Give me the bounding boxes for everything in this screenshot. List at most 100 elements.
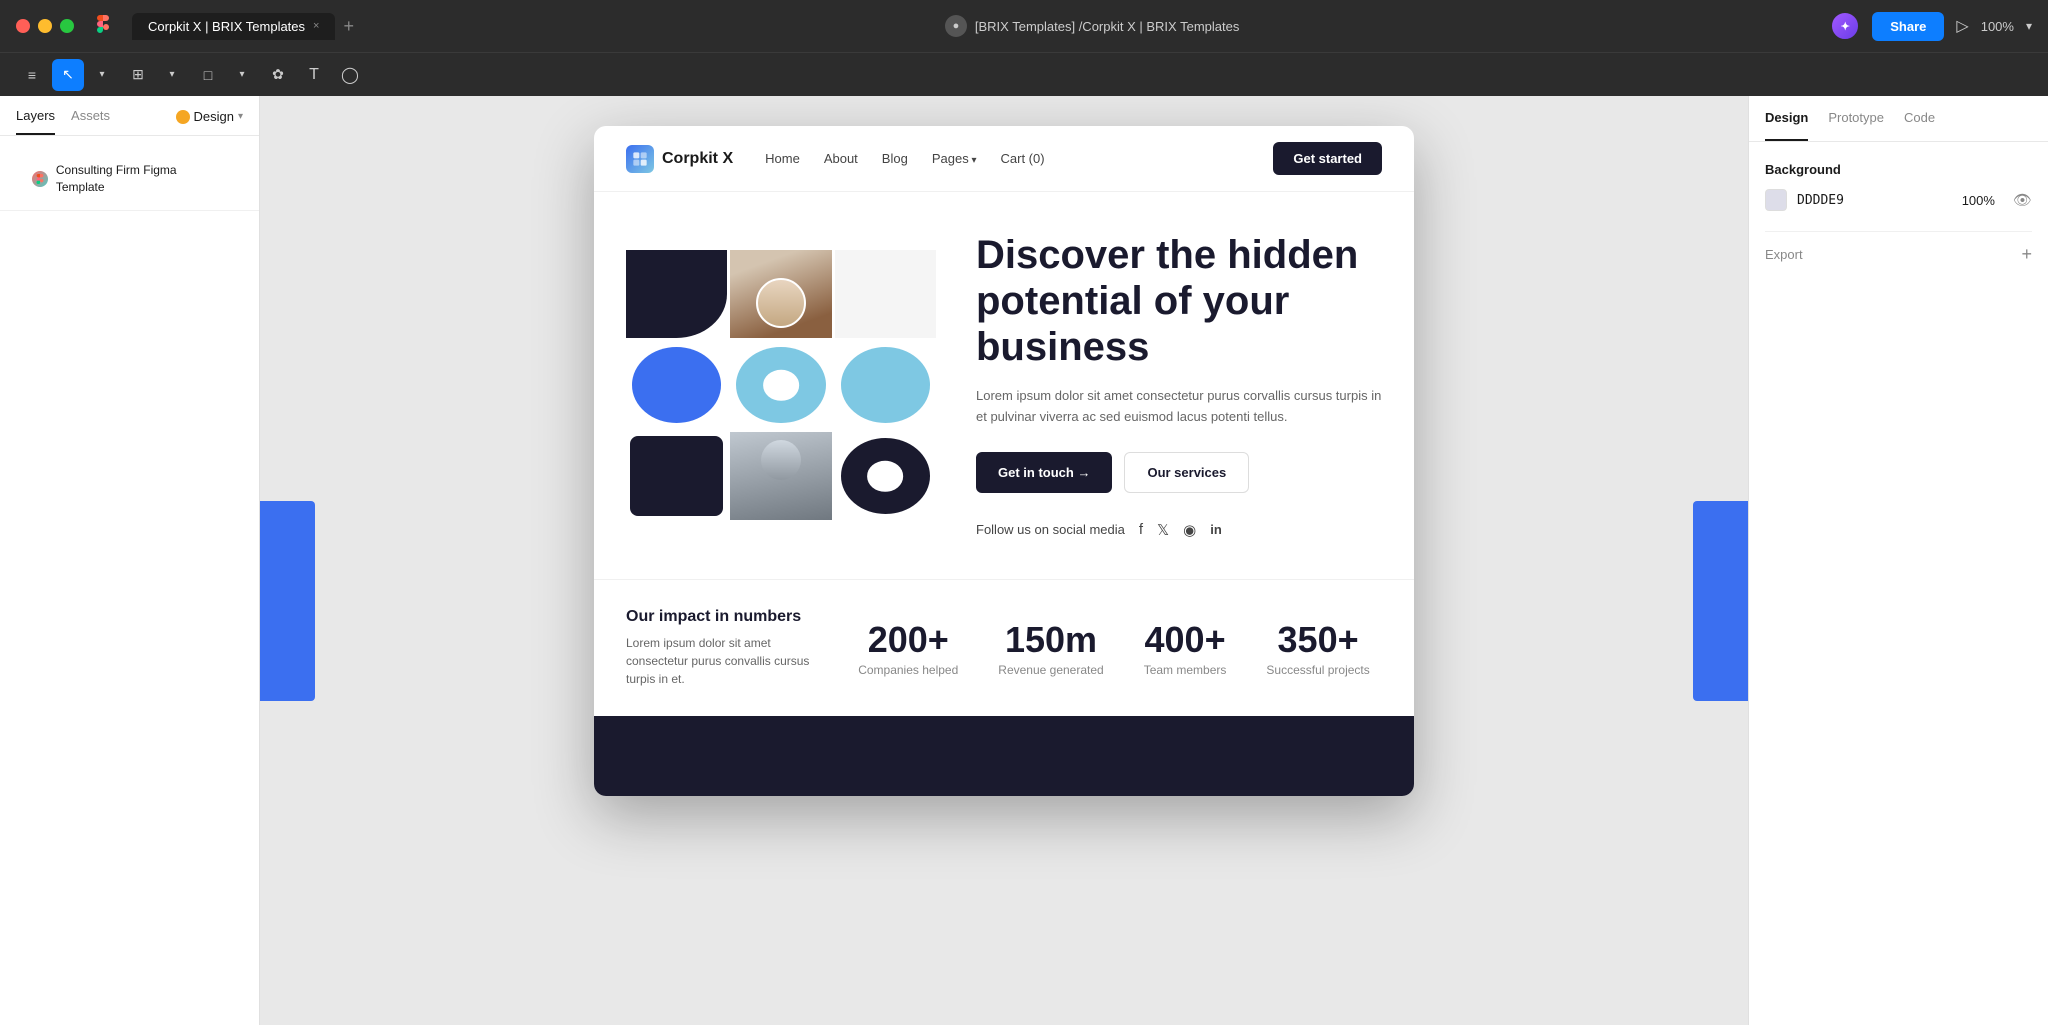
layer-item[interactable]: Consulting Firm Figma Template xyxy=(16,152,243,206)
shape-tool-group: □ ▾ xyxy=(192,59,258,91)
stat-team-number: 400+ xyxy=(1144,619,1227,661)
mock-stats: Our impact in numbers Lorem ipsum dolor … xyxy=(594,579,1414,716)
mock-cta-button[interactable]: Get started xyxy=(1273,142,1382,175)
shape-chevron[interactable]: ▾ xyxy=(226,59,258,91)
nav-link-cart[interactable]: Cart (0) xyxy=(1001,151,1045,166)
blue-accent-right xyxy=(1693,501,1748,701)
breadcrumb: [BRIX Templates] /Corpkit X | BRIX Templ… xyxy=(975,19,1239,34)
stats-grid: 200+ Companies helped 150m Revenue gener… xyxy=(846,619,1382,677)
our-services-button[interactable]: Our services xyxy=(1124,452,1249,493)
mock-nav: Corpkit X Home About Blog Pages Cart (0)… xyxy=(594,126,1414,192)
layer-figma-icon xyxy=(32,171,48,187)
assets-tab[interactable]: Assets xyxy=(71,108,110,135)
shape-tool[interactable]: □ xyxy=(192,59,224,91)
nav-link-pages[interactable]: Pages xyxy=(932,151,977,166)
vg-dark-square xyxy=(630,436,723,516)
color-row: DDDDE9 100% 👁 xyxy=(1765,189,2032,211)
color-swatch[interactable] xyxy=(1765,189,1787,211)
stats-desc: Lorem ipsum dolor sit amet consectetur p… xyxy=(626,634,826,688)
design-dot xyxy=(176,110,190,124)
canvas-area[interactable]: Corpkit X Home About Blog Pages Cart (0)… xyxy=(260,96,1748,1025)
zoom-level[interactable]: 100% xyxy=(1981,19,2014,34)
stat-projects-label: Successful projects xyxy=(1266,663,1369,677)
vg-dark-ring xyxy=(841,438,930,514)
left-panel: Layers Assets Design ▾ xyxy=(0,96,260,1025)
hero-title: Discover the hidden potential of your bu… xyxy=(976,232,1382,370)
tab-close-button[interactable]: × xyxy=(313,20,319,32)
play-button[interactable]: ▷ xyxy=(1956,16,1968,36)
zoom-chevron[interactable]: ▾ xyxy=(2026,19,2032,33)
toolbar: ≡ ↖ ▾ ⊞ ▾ □ ▾ ✿ T ◯ xyxy=(0,52,2048,96)
stat-revenue-label: Revenue generated xyxy=(998,663,1103,677)
collaborator-avatar: ✦ xyxy=(1830,11,1860,41)
right-panel-content: Background DDDDE9 100% 👁 Export + xyxy=(1749,142,2048,297)
get-in-touch-button[interactable]: Get in touch → xyxy=(976,452,1112,493)
tab-area: Corpkit X | BRIX Templates × + xyxy=(132,13,354,40)
stat-projects: 350+ Successful projects xyxy=(1266,619,1369,677)
comment-tool[interactable]: ◯ xyxy=(334,59,366,91)
title-right: ✦ Share ▷ 100% ▾ xyxy=(1830,11,2032,41)
close-button[interactable] xyxy=(16,19,30,33)
nav-link-home[interactable]: Home xyxy=(765,151,800,166)
hero-description: Lorem ipsum dolor sit amet consectetur p… xyxy=(976,386,1382,428)
vg-photo1 xyxy=(730,250,831,338)
stat-projects-number: 350+ xyxy=(1266,619,1369,661)
title-bar: Corpkit X | BRIX Templates × + ● [BRIX T… xyxy=(0,0,2048,52)
active-tab[interactable]: Corpkit X | BRIX Templates × xyxy=(132,13,335,40)
design-chevron: ▾ xyxy=(238,111,243,122)
twitter-icon[interactable]: 𝕏 xyxy=(1157,521,1169,539)
color-opacity[interactable]: 100% xyxy=(1962,193,1995,208)
hero-visual-grid xyxy=(626,250,936,520)
mock-logo: Corpkit X xyxy=(626,145,733,173)
background-title: Background xyxy=(1765,162,2032,177)
select-chevron[interactable]: ▾ xyxy=(86,59,118,91)
hero-content: Discover the hidden potential of your bu… xyxy=(976,232,1382,539)
share-button[interactable]: Share xyxy=(1872,12,1944,41)
code-tab[interactable]: Code xyxy=(1904,96,1935,141)
layer-divider xyxy=(0,210,259,211)
mock-hero: Discover the hidden potential of your bu… xyxy=(594,192,1414,579)
social-label: Follow us on social media xyxy=(976,522,1125,537)
stat-companies-number: 200+ xyxy=(858,619,958,661)
design-tab[interactable]: Design xyxy=(1765,96,1808,141)
prototype-tab[interactable]: Prototype xyxy=(1828,96,1884,141)
mock-dark-section xyxy=(594,716,1414,796)
export-label: Export xyxy=(1765,247,1803,262)
new-tab-button[interactable]: + xyxy=(343,16,354,37)
title-center: ● [BRIX Templates] /Corpkit X | BRIX Tem… xyxy=(366,15,1818,37)
stat-revenue: 150m Revenue generated xyxy=(998,619,1103,677)
color-value[interactable]: DDDDE9 xyxy=(1797,193,1844,208)
background-section: Background DDDDE9 100% 👁 xyxy=(1765,162,2032,211)
pen-tool[interactable]: ✿ xyxy=(262,59,294,91)
figma-icon xyxy=(94,15,112,38)
text-tool[interactable]: T xyxy=(298,59,330,91)
main-layout: Layers Assets Design ▾ xyxy=(0,96,2048,1025)
menu-button[interactable]: ≡ xyxy=(16,59,48,91)
stats-left: Our impact in numbers Lorem ipsum dolor … xyxy=(626,608,826,688)
fullscreen-button[interactable] xyxy=(60,19,74,33)
stat-companies-label: Companies helped xyxy=(858,663,958,677)
frame-tool-group: ⊞ ▾ xyxy=(122,59,188,91)
export-add-button[interactable]: + xyxy=(2021,244,2032,265)
frame-tool[interactable]: ⊞ xyxy=(122,59,154,91)
design-label[interactable]: Design xyxy=(194,109,234,124)
website-mockup: Corpkit X Home About Blog Pages Cart (0)… xyxy=(594,126,1414,796)
select-tool[interactable]: ↖ xyxy=(52,59,84,91)
stat-revenue-number: 150m xyxy=(998,619,1103,661)
right-panel: Design Prototype Code Background DDDDE9 … xyxy=(1748,96,2048,1025)
facebook-icon[interactable]: f xyxy=(1139,521,1143,538)
linkedin-icon[interactable]: in xyxy=(1210,522,1222,537)
layers-content: Consulting Firm Figma Template xyxy=(0,136,259,206)
layers-tab[interactable]: Layers xyxy=(16,108,55,135)
nav-link-blog[interactable]: Blog xyxy=(882,151,908,166)
frame-chevron[interactable]: ▾ xyxy=(156,59,188,91)
blue-accent-left xyxy=(260,501,315,701)
stats-title: Our impact in numbers xyxy=(626,608,826,626)
vg-lightblue-small xyxy=(841,347,930,423)
instagram-icon[interactable]: ◉ xyxy=(1183,521,1196,539)
minimize-button[interactable] xyxy=(38,19,52,33)
stat-team: 400+ Team members xyxy=(1144,619,1227,677)
nav-link-about[interactable]: About xyxy=(824,151,858,166)
vg-lightblue-ring xyxy=(736,347,825,423)
visibility-icon[interactable]: 👁 xyxy=(2013,191,2032,209)
